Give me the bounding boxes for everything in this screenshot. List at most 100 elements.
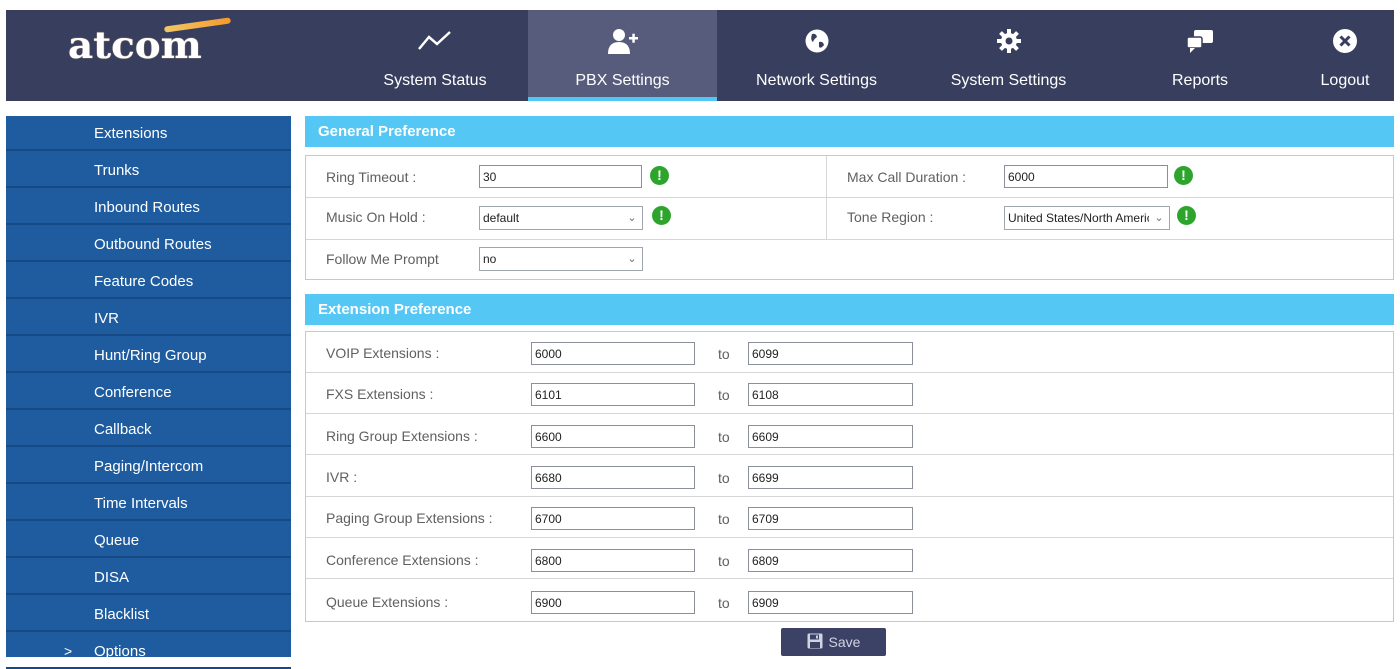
exclamation-icon[interactable]: ! <box>1177 206 1196 225</box>
divider <box>306 239 1393 240</box>
nav-label: System Status <box>383 72 487 89</box>
music-on-hold-select[interactable]: default ⌄ <box>479 206 643 230</box>
nav-label: Logout <box>1320 72 1370 89</box>
extension-from-input[interactable] <box>531 591 695 614</box>
sidebar-item-time-intervals[interactable]: Time Intervals <box>6 486 291 521</box>
divider <box>826 156 827 239</box>
divider <box>306 372 1393 373</box>
sidebar-item-label: DISA <box>94 569 130 586</box>
to-label: to <box>718 429 730 445</box>
extension-to-input[interactable] <box>748 591 913 614</box>
extension-to-input[interactable] <box>748 425 913 448</box>
extension-from-input[interactable] <box>531 507 695 530</box>
add-user-icon <box>528 26 717 56</box>
sidebar-item-trunks[interactable]: Trunks <box>6 153 291 188</box>
ring-timeout-label: Ring Timeout : <box>326 169 417 185</box>
chat-bubbles-icon <box>1156 26 1244 56</box>
extension-row-label: IVR : <box>326 469 358 485</box>
trend-line-icon <box>361 26 509 56</box>
exclamation-icon[interactable]: ! <box>652 206 671 225</box>
extension-from-input[interactable] <box>531 466 695 489</box>
divider <box>306 578 1393 579</box>
floppy-disk-icon <box>807 633 823 652</box>
to-label: to <box>718 553 730 569</box>
sidebar-item-label: Feature Codes <box>94 273 194 290</box>
select-value: default <box>483 211 520 225</box>
sidebar: Extensions Trunks Inbound Routes Outboun… <box>6 116 291 669</box>
divider <box>306 413 1393 414</box>
sidebar-item-conference[interactable]: Conference <box>6 375 291 410</box>
divider <box>306 496 1393 497</box>
extension-row-label: Queue Extensions : <box>326 594 449 610</box>
globe-icon <box>734 26 899 56</box>
sidebar-item-label: Conference <box>94 384 172 401</box>
sidebar-item-label: Hunt/Ring Group <box>94 347 207 364</box>
max-call-duration-label: Max Call Duration : <box>847 169 967 185</box>
sidebar-item-feature-codes[interactable]: Feature Codes <box>6 264 291 299</box>
sidebar-item-callback[interactable]: Callback <box>6 412 291 447</box>
sidebar-item-outbound-routes[interactable]: Outbound Routes <box>6 227 291 262</box>
extension-from-input[interactable] <box>531 383 695 406</box>
extension-row-label: VOIP Extensions : <box>326 345 440 361</box>
nav-reports[interactable]: Reports <box>1156 10 1244 101</box>
sidebar-item-label: Trunks <box>94 162 140 179</box>
select-value: United States/North America <box>1008 211 1160 225</box>
select-value: no <box>483 252 497 266</box>
extension-row-label: Conference Extensions : <box>326 552 479 568</box>
extension-row-label: Paging Group Extensions : <box>326 510 493 526</box>
nav-logout[interactable]: Logout <box>1304 10 1386 101</box>
sidebar-item-label: Paging/Intercom <box>94 458 204 475</box>
sidebar-item-label: Options <box>94 643 146 660</box>
divider <box>306 537 1393 538</box>
sidebar-item-label: Time Intervals <box>94 495 188 512</box>
follow-me-prompt-select[interactable]: no ⌄ <box>479 247 643 271</box>
sidebar-item-inbound-routes[interactable]: Inbound Routes <box>6 190 291 225</box>
extension-to-input[interactable] <box>748 466 913 489</box>
exclamation-icon[interactable]: ! <box>650 166 669 185</box>
exclamation-icon[interactable]: ! <box>1174 166 1193 185</box>
nav-system-status[interactable]: System Status <box>361 10 509 101</box>
max-call-duration-input[interactable] <box>1004 165 1168 188</box>
chevron-down-icon: ⌄ <box>622 207 642 229</box>
sidebar-item-ivr[interactable]: IVR <box>6 301 291 336</box>
extension-to-input[interactable] <box>748 549 913 572</box>
sidebar-item-extensions[interactable]: Extensions <box>6 116 291 151</box>
extension-from-input[interactable] <box>531 425 695 448</box>
top-navigation-bar: atcom System Status PBX Settings Network… <box>6 10 1394 101</box>
sidebar-item-options[interactable]: > Options <box>6 634 291 669</box>
sidebar-item-paging-intercom[interactable]: Paging/Intercom <box>6 449 291 484</box>
extension-from-input[interactable] <box>531 549 695 572</box>
sidebar-item-label: Blacklist <box>94 606 150 623</box>
sidebar-item-label: Inbound Routes <box>94 199 200 216</box>
chevron-down-icon: ⌄ <box>1149 207 1169 229</box>
to-label: to <box>718 595 730 611</box>
sidebar-item-blacklist[interactable]: Blacklist <box>6 597 291 632</box>
sidebar-item-queue[interactable]: Queue <box>6 523 291 558</box>
sidebar-item-label: Queue <box>94 532 140 549</box>
extension-to-input[interactable] <box>748 383 913 406</box>
nav-label: Network Settings <box>756 72 877 89</box>
nav-network-settings[interactable]: Network Settings <box>734 10 899 101</box>
extension-to-input[interactable] <box>748 507 913 530</box>
nav-label: System Settings <box>950 72 1067 89</box>
sidebar-item-disa[interactable]: DISA <box>6 560 291 595</box>
extension-row-label: Ring Group Extensions : <box>326 428 478 444</box>
extension-preference-header: Extension Preference <box>305 294 1394 325</box>
ring-timeout-input[interactable] <box>479 165 642 188</box>
extension-from-input[interactable] <box>531 342 695 365</box>
sidebar-item-hunt-ring-group[interactable]: Hunt/Ring Group <box>6 338 291 373</box>
extension-to-input[interactable] <box>748 342 913 365</box>
close-circle-icon <box>1304 26 1386 56</box>
nav-system-settings[interactable]: System Settings <box>931 10 1086 101</box>
extension-row-label: FXS Extensions : <box>326 386 434 402</box>
save-button[interactable]: Save <box>781 628 886 656</box>
sidebar-item-label: Extensions <box>94 125 168 142</box>
to-label: to <box>718 511 730 527</box>
tone-region-select[interactable]: United States/North America ⌄ <box>1004 206 1170 230</box>
chevron-right-icon: > <box>64 643 73 659</box>
divider <box>306 197 1393 198</box>
tone-region-label: Tone Region : <box>847 209 934 225</box>
general-preference-header: General Preference <box>305 116 1394 147</box>
follow-me-prompt-label: Follow Me Prompt <box>326 251 439 267</box>
nav-pbx-settings[interactable]: PBX Settings <box>528 10 717 101</box>
